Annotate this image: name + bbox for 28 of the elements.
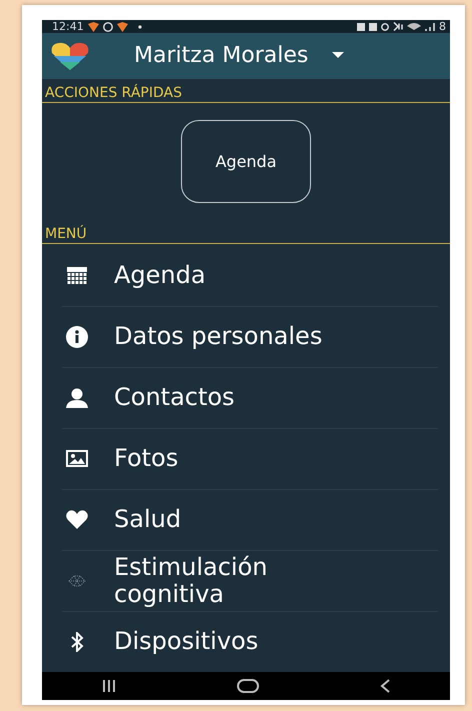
back-icon[interactable]	[380, 678, 390, 693]
person-icon	[66, 388, 88, 408]
menu-item[interactable]: Fotos	[114, 445, 178, 472]
network-icon	[68, 574, 86, 588]
menu-item[interactable]: Agenda	[114, 262, 206, 289]
status-time: 12:41	[52, 20, 84, 33]
menu-item[interactable]: Datos personales	[114, 323, 322, 350]
bluetooth-icon	[70, 632, 84, 652]
quick-action-button[interactable]: Agenda	[181, 120, 311, 203]
wifi-icon	[407, 23, 421, 30]
image-icon	[66, 450, 88, 468]
calendar-icon	[67, 266, 87, 285]
menu-item[interactable]: Contactos	[114, 384, 235, 411]
heart-icon	[66, 510, 88, 530]
signal-icon	[425, 22, 435, 30]
menu-item[interactable]: Dispositivos	[114, 628, 258, 655]
chat-notification-icon	[102, 22, 113, 32]
section-header: MENÚ	[42, 220, 450, 244]
heart-logo-icon	[50, 40, 90, 71]
home-icon[interactable]	[236, 678, 259, 693]
battery-level: 8	[439, 20, 446, 33]
dropdown-caret-icon[interactable]	[332, 52, 344, 60]
recent-apps-icon[interactable]	[102, 680, 116, 692]
section-header: ACCIONES RÁPIDAS	[42, 78, 450, 103]
menu-item[interactable]: Estimulación cognitiva	[114, 554, 374, 607]
menu-item[interactable]: Salud	[114, 506, 182, 533]
more-notifications-dot-icon	[138, 24, 142, 28]
info-icon	[66, 326, 88, 348]
